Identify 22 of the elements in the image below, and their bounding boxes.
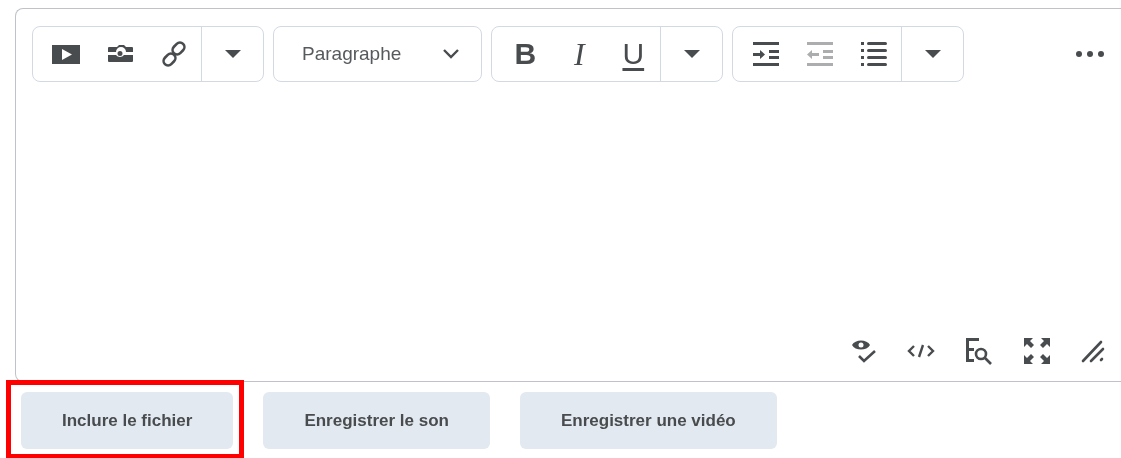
camera-icon	[105, 43, 135, 65]
bold-button[interactable]: B	[498, 27, 553, 81]
caret-icon	[682, 49, 701, 59]
resize-handle-icon[interactable]	[1081, 339, 1105, 363]
fullscreen-icon[interactable]	[1023, 337, 1051, 365]
video-play-icon	[51, 43, 81, 65]
outdent-icon	[806, 41, 835, 67]
link-icon	[160, 40, 188, 68]
code-icon[interactable]	[907, 344, 935, 358]
caret-icon	[923, 49, 942, 59]
action-button[interactable]: Enregistrer le son	[263, 392, 490, 449]
paragraph-style-dropdown[interactable]: Paragraphe	[274, 27, 482, 81]
indent-icon	[752, 41, 781, 67]
underline-button[interactable]: U	[606, 27, 661, 81]
italic-button[interactable]: I	[552, 27, 607, 81]
more-icon	[1076, 51, 1104, 57]
action-button[interactable]: Enregistrer une vidéo	[519, 392, 777, 449]
action-button[interactable]: Inclure le fichier	[21, 392, 234, 449]
caret-icon	[223, 49, 242, 59]
find-icon[interactable]	[965, 337, 993, 365]
list-icon	[860, 40, 889, 68]
chevron-down-icon	[443, 49, 460, 59]
